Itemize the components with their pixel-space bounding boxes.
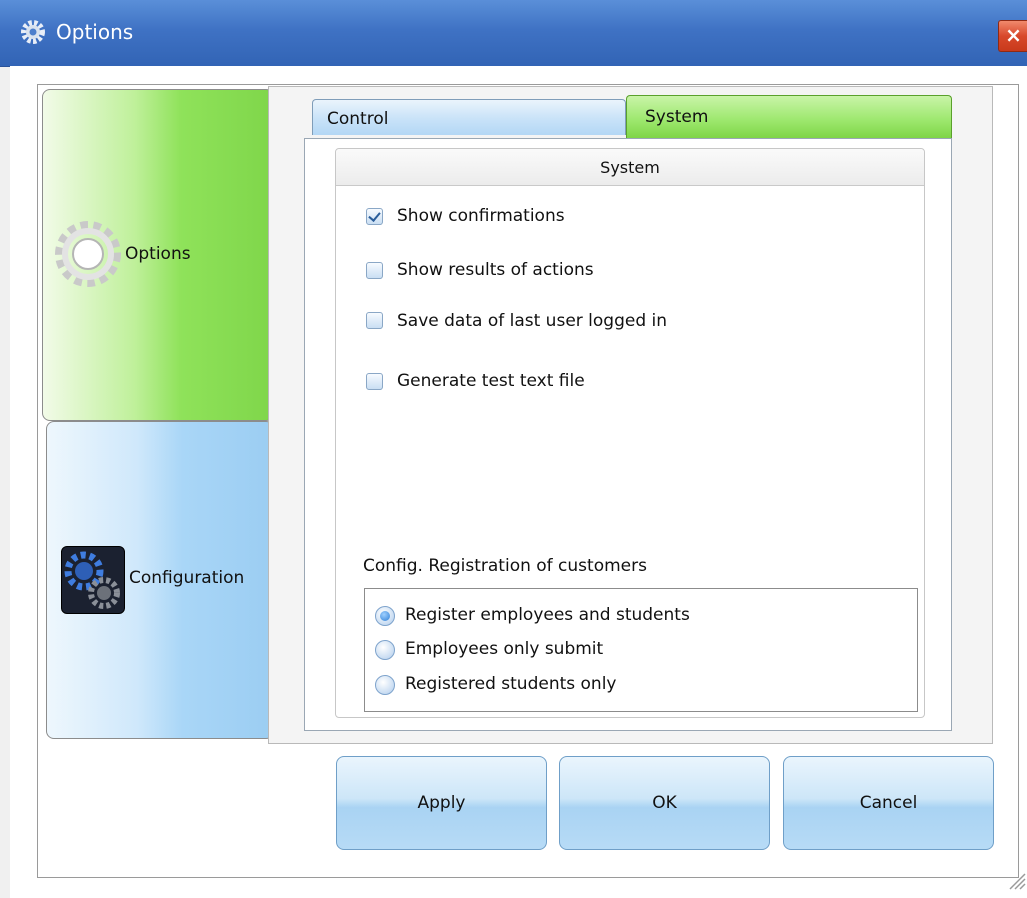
checkbox-label[interactable]: Show confirmations xyxy=(397,206,565,226)
sidebar-item-label: Configuration xyxy=(129,568,245,588)
tab-control[interactable]: Control xyxy=(312,99,626,135)
close-button[interactable]: × xyxy=(998,20,1027,52)
generate-test-file-checkbox[interactable] xyxy=(366,373,383,390)
group-title: System xyxy=(600,158,660,177)
show-confirmations-checkbox[interactable] xyxy=(366,208,383,225)
gear-icon xyxy=(55,221,121,287)
options-window: Options × Options Configuration Control … xyxy=(0,0,1027,898)
save-last-user-checkbox[interactable] xyxy=(366,312,383,329)
registration-label: Config. Registration of customers xyxy=(363,556,647,576)
close-icon: × xyxy=(1005,23,1022,47)
tab-label: Control xyxy=(327,109,389,129)
show-results-checkbox[interactable] xyxy=(366,262,383,279)
window-title: Options xyxy=(56,20,134,44)
group-header: System xyxy=(336,149,924,186)
checkbox-label[interactable]: Save data of last user logged in xyxy=(397,311,667,331)
checkbox-label[interactable]: Show results of actions xyxy=(397,260,594,280)
radio-label[interactable]: Registered students only xyxy=(405,674,616,694)
resize-grip[interactable] xyxy=(1004,868,1026,890)
tab-label: System xyxy=(645,107,709,127)
radio-employees-only[interactable] xyxy=(375,640,395,660)
radio-register-employees-students[interactable] xyxy=(375,606,395,626)
tab-system[interactable]: System xyxy=(626,95,952,139)
radio-registered-students-only[interactable] xyxy=(375,675,395,695)
title-bar[interactable]: Options × xyxy=(0,0,1027,67)
checkbox-label[interactable]: Generate test text file xyxy=(397,371,585,391)
radio-label[interactable]: Employees only submit xyxy=(405,639,603,659)
gear-icon xyxy=(21,20,45,44)
radio-label[interactable]: Register employees and students xyxy=(405,605,690,625)
apply-button[interactable]: Apply xyxy=(336,756,547,850)
config-gears-icon xyxy=(61,546,125,614)
ok-button[interactable]: OK xyxy=(559,756,770,850)
sidebar-item-label: Options xyxy=(125,244,191,264)
cancel-button[interactable]: Cancel xyxy=(783,756,994,850)
